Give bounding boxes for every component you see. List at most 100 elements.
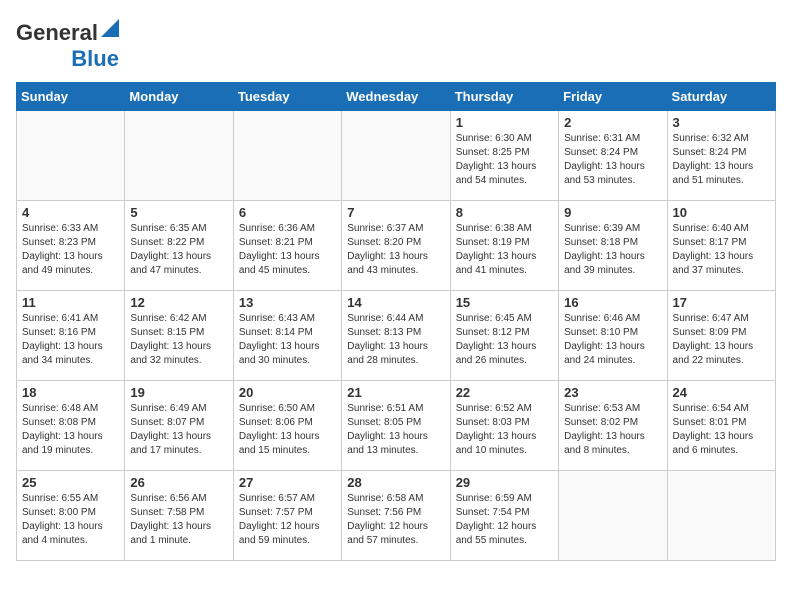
day-number: 21 xyxy=(347,385,444,400)
day-number: 24 xyxy=(673,385,770,400)
day-info: Sunrise: 6:59 AM Sunset: 7:54 PM Dayligh… xyxy=(456,492,553,548)
column-header-monday: Monday xyxy=(125,83,233,111)
day-info: Sunrise: 6:51 AM Sunset: 8:05 PM Dayligh… xyxy=(347,402,444,458)
calendar-cell: 17 Sunrise: 6:47 AM Sunset: 8:09 PM Dayli… xyxy=(667,291,775,381)
column-header-saturday: Saturday xyxy=(667,83,775,111)
day-number: 23 xyxy=(564,385,661,400)
day-info: Sunrise: 6:58 AM Sunset: 7:56 PM Dayligh… xyxy=(347,492,444,548)
column-header-sunday: Sunday xyxy=(17,83,125,111)
day-info: Sunrise: 6:37 AM Sunset: 8:20 PM Dayligh… xyxy=(347,222,444,278)
calendar-cell: 3 Sunrise: 6:32 AM Sunset: 8:24 PM Daylig… xyxy=(667,111,775,201)
day-number: 3 xyxy=(673,115,770,130)
day-info: Sunrise: 6:55 AM Sunset: 8:00 PM Dayligh… xyxy=(22,492,119,548)
calendar-cell xyxy=(667,471,775,561)
calendar-cell: 16 Sunrise: 6:46 AM Sunset: 8:10 PM Dayli… xyxy=(559,291,667,381)
day-number: 11 xyxy=(22,295,119,310)
column-header-tuesday: Tuesday xyxy=(233,83,341,111)
calendar-cell: 8 Sunrise: 6:38 AM Sunset: 8:19 PM Daylig… xyxy=(450,201,558,291)
logo: General Blue xyxy=(16,20,119,72)
calendar-cell: 14 Sunrise: 6:44 AM Sunset: 8:13 PM Dayli… xyxy=(342,291,450,381)
calendar-week-row: 1 Sunrise: 6:30 AM Sunset: 8:25 PM Daylig… xyxy=(17,111,776,201)
day-info: Sunrise: 6:56 AM Sunset: 7:58 PM Dayligh… xyxy=(130,492,227,548)
column-header-wednesday: Wednesday xyxy=(342,83,450,111)
day-info: Sunrise: 6:30 AM Sunset: 8:25 PM Dayligh… xyxy=(456,132,553,188)
day-info: Sunrise: 6:47 AM Sunset: 8:09 PM Dayligh… xyxy=(673,312,770,368)
calendar-cell xyxy=(17,111,125,201)
day-info: Sunrise: 6:32 AM Sunset: 8:24 PM Dayligh… xyxy=(673,132,770,188)
calendar-header-row: SundayMondayTuesdayWednesdayThursdayFrid… xyxy=(17,83,776,111)
day-number: 17 xyxy=(673,295,770,310)
day-number: 8 xyxy=(456,205,553,220)
day-info: Sunrise: 6:41 AM Sunset: 8:16 PM Dayligh… xyxy=(22,312,119,368)
day-number: 12 xyxy=(130,295,227,310)
day-info: Sunrise: 6:44 AM Sunset: 8:13 PM Dayligh… xyxy=(347,312,444,368)
day-number: 22 xyxy=(456,385,553,400)
calendar-cell: 19Sunrise: 6:49 AM Sunset: 8:07 PM Dayli… xyxy=(125,381,233,471)
day-info: Sunrise: 6:48 AM Sunset: 8:08 PM Dayligh… xyxy=(22,402,119,458)
day-info: Sunrise: 6:54 AM Sunset: 8:01 PM Dayligh… xyxy=(673,402,770,458)
day-info: Sunrise: 6:57 AM Sunset: 7:57 PM Dayligh… xyxy=(239,492,336,548)
calendar-week-row: 25Sunrise: 6:55 AM Sunset: 8:00 PM Dayli… xyxy=(17,471,776,561)
day-number: 4 xyxy=(22,205,119,220)
column-header-friday: Friday xyxy=(559,83,667,111)
calendar-week-row: 4 Sunrise: 6:33 AM Sunset: 8:23 PM Daylig… xyxy=(17,201,776,291)
day-number: 26 xyxy=(130,475,227,490)
calendar-cell: 6 Sunrise: 6:36 AM Sunset: 8:21 PM Daylig… xyxy=(233,201,341,291)
calendar-cell: 1 Sunrise: 6:30 AM Sunset: 8:25 PM Daylig… xyxy=(450,111,558,201)
day-info: Sunrise: 6:38 AM Sunset: 8:19 PM Dayligh… xyxy=(456,222,553,278)
calendar-cell: 4 Sunrise: 6:33 AM Sunset: 8:23 PM Daylig… xyxy=(17,201,125,291)
calendar-week-row: 18 Sunrise: 6:48 AM Sunset: 8:08 PM Dayli… xyxy=(17,381,776,471)
day-number: 18 xyxy=(22,385,119,400)
logo-general: General xyxy=(16,20,98,46)
calendar-cell: 5 Sunrise: 6:35 AM Sunset: 8:22 PM Daylig… xyxy=(125,201,233,291)
day-number: 15 xyxy=(456,295,553,310)
day-info: Sunrise: 6:40 AM Sunset: 8:17 PM Dayligh… xyxy=(673,222,770,278)
calendar-cell: 10Sunrise: 6:40 AM Sunset: 8:17 PM Dayli… xyxy=(667,201,775,291)
day-number: 29 xyxy=(456,475,553,490)
calendar-cell: 25Sunrise: 6:55 AM Sunset: 8:00 PM Dayli… xyxy=(17,471,125,561)
calendar-cell: 24 Sunrise: 6:54 AM Sunset: 8:01 PM Dayli… xyxy=(667,381,775,471)
day-number: 14 xyxy=(347,295,444,310)
day-info: Sunrise: 6:33 AM Sunset: 8:23 PM Dayligh… xyxy=(22,222,119,278)
calendar-cell xyxy=(233,111,341,201)
calendar-cell: 29 Sunrise: 6:59 AM Sunset: 7:54 PM Dayli… xyxy=(450,471,558,561)
day-info: Sunrise: 6:52 AM Sunset: 8:03 PM Dayligh… xyxy=(456,402,553,458)
calendar-cell: 28Sunrise: 6:58 AM Sunset: 7:56 PM Dayli… xyxy=(342,471,450,561)
calendar-cell: 26 Sunrise: 6:56 AM Sunset: 7:58 PM Dayli… xyxy=(125,471,233,561)
calendar-cell: 27 Sunrise: 6:57 AM Sunset: 7:57 PM Dayli… xyxy=(233,471,341,561)
calendar-cell: 15 Sunrise: 6:45 AM Sunset: 8:12 PM Dayli… xyxy=(450,291,558,381)
day-info: Sunrise: 6:53 AM Sunset: 8:02 PM Dayligh… xyxy=(564,402,661,458)
header: General Blue xyxy=(16,16,776,72)
day-info: Sunrise: 6:45 AM Sunset: 8:12 PM Dayligh… xyxy=(456,312,553,368)
calendar-cell: 13Sunrise: 6:43 AM Sunset: 8:14 PM Dayli… xyxy=(233,291,341,381)
day-info: Sunrise: 6:36 AM Sunset: 8:21 PM Dayligh… xyxy=(239,222,336,278)
day-info: Sunrise: 6:49 AM Sunset: 8:07 PM Dayligh… xyxy=(130,402,227,458)
calendar-cell: 22 Sunrise: 6:52 AM Sunset: 8:03 PM Dayli… xyxy=(450,381,558,471)
day-info: Sunrise: 6:35 AM Sunset: 8:22 PM Dayligh… xyxy=(130,222,227,278)
calendar-cell: 9 Sunrise: 6:39 AM Sunset: 8:18 PM Daylig… xyxy=(559,201,667,291)
day-number: 16 xyxy=(564,295,661,310)
logo-blue: Blue xyxy=(71,46,119,72)
day-number: 1 xyxy=(456,115,553,130)
day-number: 20 xyxy=(239,385,336,400)
calendar-week-row: 11 Sunrise: 6:41 AM Sunset: 8:16 PM Dayli… xyxy=(17,291,776,381)
day-number: 6 xyxy=(239,205,336,220)
day-info: Sunrise: 6:39 AM Sunset: 8:18 PM Dayligh… xyxy=(564,222,661,278)
day-info: Sunrise: 6:50 AM Sunset: 8:06 PM Dayligh… xyxy=(239,402,336,458)
calendar-cell: 18 Sunrise: 6:48 AM Sunset: 8:08 PM Dayli… xyxy=(17,381,125,471)
calendar: SundayMondayTuesdayWednesdayThursdayFrid… xyxy=(16,82,776,561)
day-number: 27 xyxy=(239,475,336,490)
calendar-cell: 21 Sunrise: 6:51 AM Sunset: 8:05 PM Dayli… xyxy=(342,381,450,471)
day-number: 9 xyxy=(564,205,661,220)
day-info: Sunrise: 6:46 AM Sunset: 8:10 PM Dayligh… xyxy=(564,312,661,368)
day-number: 5 xyxy=(130,205,227,220)
day-number: 7 xyxy=(347,205,444,220)
calendar-cell: 11 Sunrise: 6:41 AM Sunset: 8:16 PM Dayli… xyxy=(17,291,125,381)
day-number: 2 xyxy=(564,115,661,130)
day-info: Sunrise: 6:43 AM Sunset: 8:14 PM Dayligh… xyxy=(239,312,336,368)
day-info: Sunrise: 6:31 AM Sunset: 8:24 PM Dayligh… xyxy=(564,132,661,188)
calendar-cell: 20 Sunrise: 6:50 AM Sunset: 8:06 PM Dayli… xyxy=(233,381,341,471)
day-info: Sunrise: 6:42 AM Sunset: 8:15 PM Dayligh… xyxy=(130,312,227,368)
calendar-cell xyxy=(342,111,450,201)
calendar-cell: 12 Sunrise: 6:42 AM Sunset: 8:15 PM Dayli… xyxy=(125,291,233,381)
